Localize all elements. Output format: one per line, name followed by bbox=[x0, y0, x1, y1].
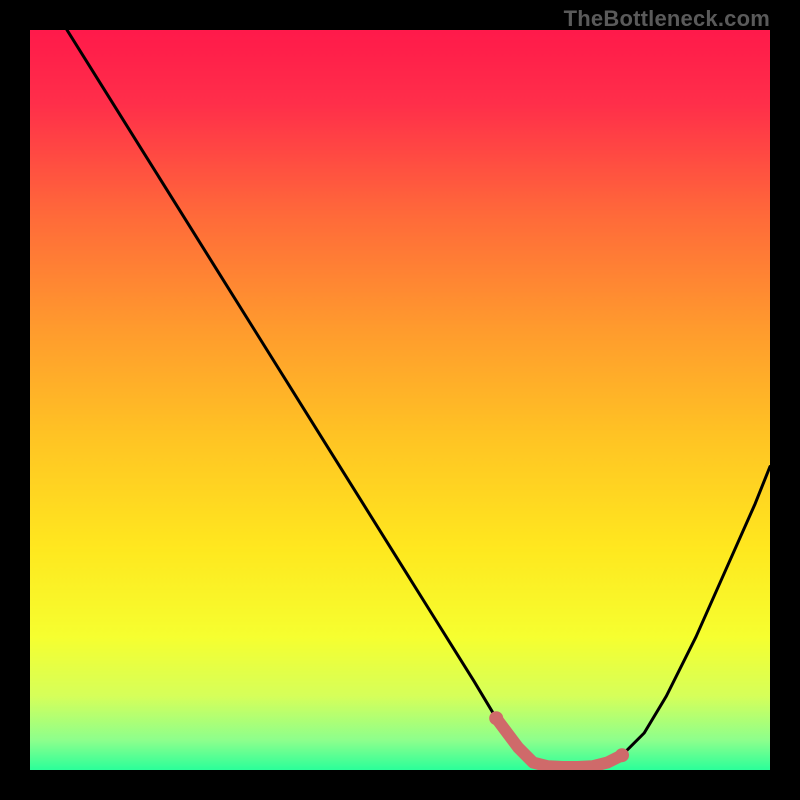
curve-path bbox=[67, 30, 770, 767]
highlight-start-dot bbox=[489, 711, 503, 725]
highlight-end-dot bbox=[615, 748, 629, 762]
curve-highlight-segment bbox=[496, 718, 622, 767]
watermark-text: TheBottleneck.com bbox=[564, 6, 770, 32]
bottleneck-curve-chart bbox=[30, 30, 770, 770]
plot-frame bbox=[30, 30, 770, 770]
